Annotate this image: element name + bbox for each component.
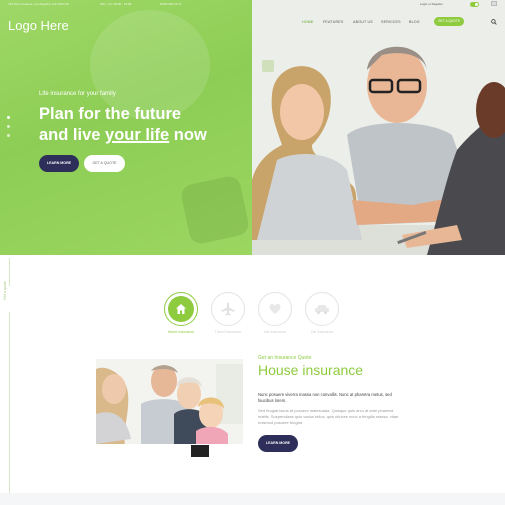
headline-line-2: and live your life now — [39, 125, 207, 146]
side-divider — [9, 312, 10, 505]
section-title: House insurance — [258, 362, 364, 378]
couple-photo-illustration — [252, 0, 505, 255]
tab-circle — [258, 292, 292, 326]
login-link[interactable]: Login or Register — [420, 2, 443, 6]
side-divider — [9, 258, 10, 286]
phone-text: 8 800 000 16 47 — [160, 2, 182, 6]
hero-eyebrow: Life insurance for your family — [39, 91, 116, 97]
tab-label: Life Insurance — [263, 330, 287, 334]
slider-dots — [7, 116, 11, 143]
headline-emphasis: your life — [105, 126, 170, 144]
nav-services[interactable]: SERVICES — [381, 20, 401, 24]
hero-photo — [252, 0, 505, 255]
tab-circle-fill — [168, 296, 194, 322]
slider-dot[interactable] — [7, 116, 10, 119]
learn-more-button[interactable]: LEARN MORE — [39, 155, 79, 172]
learn-more-button[interactable]: LEARN MORE — [258, 435, 298, 452]
language-flag-icon[interactable] — [491, 1, 497, 6]
background-chair-shape — [179, 174, 251, 246]
nav-blog[interactable]: BLOG — [409, 20, 420, 24]
slider-dot[interactable] — [7, 125, 10, 128]
family-photo-illustration — [96, 359, 243, 458]
tab-car-insurance[interactable]: Car Insurance — [305, 292, 339, 334]
toggle-switch[interactable] — [470, 2, 479, 7]
airplane-icon — [221, 302, 235, 316]
family-photo — [96, 359, 243, 458]
headline-text: and live — [39, 126, 106, 144]
tab-home-insurance[interactable]: Home Insurance — [164, 292, 198, 334]
section-lead: Nunc posuere viverra massa non convallis… — [258, 392, 392, 403]
tab-circle — [164, 292, 198, 326]
footer-band — [0, 493, 505, 505]
logo[interactable]: Logo Here — [8, 18, 69, 33]
hero: 726 Some Avenue, Los Angeles, CA 1000 US… — [0, 0, 505, 255]
tab-label: Home Insurance — [167, 330, 195, 334]
headline-line-1: Plan for the future — [39, 105, 182, 123]
home-icon — [176, 304, 186, 314]
hero-headline: Plan for the future and live your life n… — [39, 104, 207, 146]
get-quote-button[interactable]: GET A QUOTE — [84, 155, 125, 172]
tab-circle — [305, 292, 339, 326]
heart-icon — [269, 304, 281, 314]
section-body: Sed feugiat lacus at posuere malesuada. … — [258, 408, 399, 425]
nav-features[interactable]: FEATURES — [323, 20, 344, 24]
section-kicker: Get an Insurance Quote — [258, 355, 312, 361]
search-icon[interactable] — [491, 19, 497, 25]
car-icon — [315, 305, 329, 315]
top-info-bar: 726 Some Avenue, Los Angeles, CA 1000 US… — [0, 0, 505, 9]
slider-dot[interactable] — [7, 134, 10, 137]
tab-label: Car Insurance — [310, 330, 334, 334]
get-quote-nav-button[interactable]: GET A QUOTE — [434, 17, 464, 26]
headline-text: now — [169, 126, 207, 144]
hours-text: Mon - Fri: 08:00 - 19:00 — [100, 2, 132, 6]
tab-life-insurance[interactable]: Life Insurance — [258, 292, 292, 334]
tab-circle — [211, 292, 245, 326]
nav-home[interactable]: HOME — [302, 20, 314, 24]
tab-travel-insurance[interactable]: Travel Insurance — [211, 292, 245, 334]
address-text: 726 Some Avenue, Los Angeles, CA 1000 US — [8, 2, 69, 6]
side-label: Get a quote — [3, 281, 7, 300]
tab-label: Travel Insurance — [214, 330, 242, 334]
nav-about-us[interactable]: ABOUT US — [353, 20, 373, 24]
